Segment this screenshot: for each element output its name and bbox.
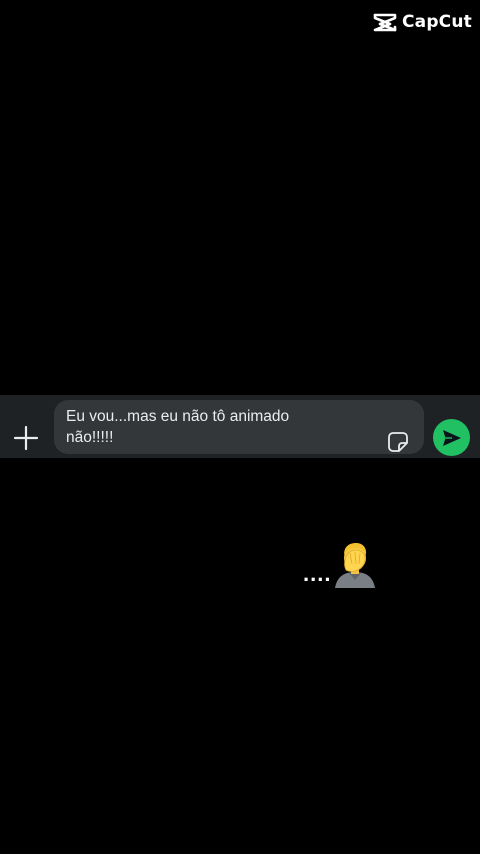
- facepalm-reaction: ....: [303, 540, 379, 588]
- sticker-button[interactable]: [387, 431, 409, 453]
- ellipsis-dots: ....: [303, 561, 332, 586]
- message-compose-bar: Eu vou...mas eu não tô animado não!!!!!: [0, 395, 480, 458]
- facepalm-emoji-icon: [335, 543, 376, 588]
- message-input-text[interactable]: Eu vou...mas eu não tô animado não!!!!!: [66, 406, 366, 448]
- capcut-logo-icon: [373, 13, 397, 32]
- attach-button[interactable]: [12, 424, 40, 452]
- plus-icon: [13, 425, 39, 451]
- send-arrow-icon: [443, 430, 461, 446]
- capcut-watermark: CapCut: [373, 12, 472, 32]
- send-button[interactable]: [433, 419, 470, 456]
- sticker-icon: [388, 432, 408, 452]
- message-input[interactable]: Eu vou...mas eu não tô animado não!!!!!: [54, 400, 424, 454]
- watermark-brand-text: CapCut: [401, 12, 472, 32]
